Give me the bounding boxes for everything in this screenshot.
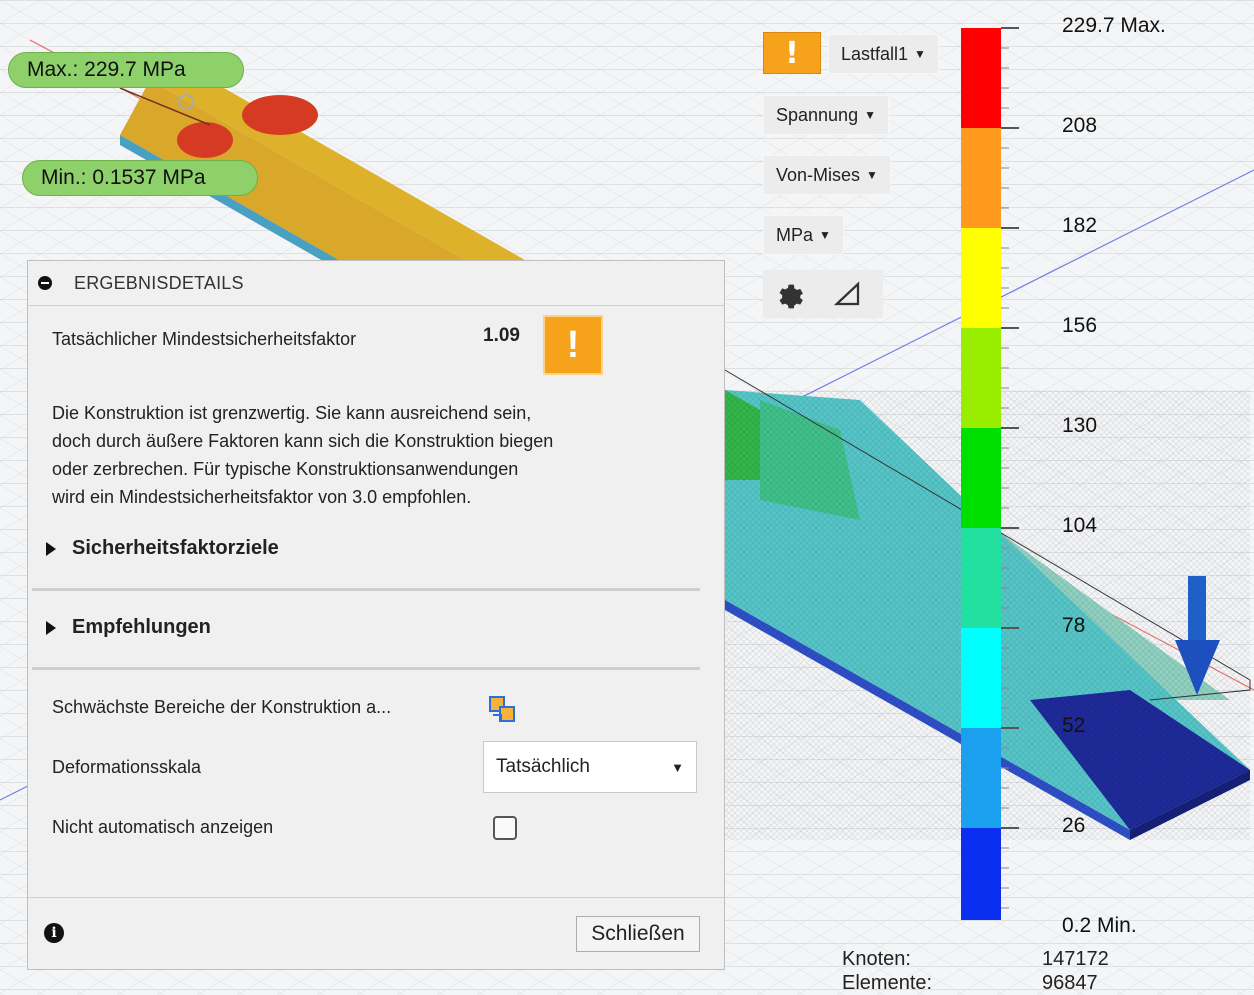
legend-tools xyxy=(763,270,883,318)
collapse-icon[interactable] xyxy=(38,276,52,290)
result-type-dropdown[interactable]: Spannung ▼ xyxy=(763,95,889,135)
weak-areas-icon[interactable] xyxy=(488,695,518,725)
warning-icon: ! xyxy=(543,315,603,375)
legend-band xyxy=(961,428,1001,528)
triangle-icon[interactable] xyxy=(833,279,863,309)
legend-band xyxy=(961,28,1001,128)
legend-label: 0.2 Min. xyxy=(1062,914,1137,937)
description-line: wird ein Mindestsicherheitsfaktor von 3.… xyxy=(52,487,472,507)
unit-dropdown[interactable]: MPa ▼ xyxy=(763,215,844,255)
legend-band xyxy=(961,128,1001,228)
legend-label: 182 xyxy=(1062,214,1098,237)
legend-band xyxy=(961,828,1001,920)
no-auto-show-checkbox[interactable] xyxy=(493,816,517,840)
chevron-down-icon: ▼ xyxy=(914,47,926,61)
info-icon[interactable]: i xyxy=(44,923,64,943)
close-button[interactable]: Schließen xyxy=(576,916,700,952)
chevron-down-icon: ▼ xyxy=(819,228,831,242)
section-label: Empfehlungen xyxy=(72,616,211,638)
warning-icon: ! xyxy=(785,35,799,71)
min-stress-callout[interactable]: Min.: 0.1537 MPa xyxy=(22,160,258,196)
safety-factor-value: 1.09 xyxy=(483,325,520,346)
safety-factor-label: Tatsächlicher Mindestsicherheitsfaktor xyxy=(52,329,357,349)
description-line: oder zerbrechen. Für typische Konstrukti… xyxy=(52,459,519,479)
chevron-down-icon: ▼ xyxy=(864,108,876,122)
legend-band xyxy=(961,328,1001,428)
result-type-label: Spannung xyxy=(776,104,859,125)
legend-band xyxy=(961,228,1001,328)
legend-label: 208 xyxy=(1062,114,1098,137)
description-text: Die Konstruktion ist grenzwertig. Sie ka… xyxy=(52,399,692,511)
unit-label: MPa xyxy=(776,224,814,245)
expand-icon xyxy=(46,620,56,635)
stress-type-dropdown[interactable]: Von-Mises ▼ xyxy=(763,155,891,195)
chevron-down-icon: ▼ xyxy=(866,168,878,182)
divider xyxy=(32,667,700,670)
stress-type-label: Von-Mises xyxy=(776,164,861,185)
gear-icon[interactable] xyxy=(773,278,805,310)
chevron-down-icon: ▼ xyxy=(671,759,684,775)
legend-label: 104 xyxy=(1062,514,1098,537)
divider xyxy=(28,897,724,898)
panel-header: ERGEBNISDETAILS xyxy=(28,261,724,306)
deformation-scale-value: Tatsächlich xyxy=(496,756,590,777)
elements-label: Elemente: xyxy=(842,972,933,994)
panel-title: ERGEBNISDETAILS xyxy=(74,272,244,293)
expand-icon xyxy=(46,541,56,556)
legend-label: 52 xyxy=(1062,714,1086,737)
result-details-panel: ERGEBNISDETAILS Tatsächlicher Mindestsic… xyxy=(27,260,725,970)
color-legend xyxy=(961,27,1019,920)
elements-value: 96847 xyxy=(1042,972,1098,994)
warning-button[interactable]: ! xyxy=(763,32,821,74)
deformation-scale-select[interactable]: Tatsächlich ▼ xyxy=(483,741,697,793)
nodes-label: Knoten: xyxy=(842,948,911,970)
description-line: doch durch äußere Faktoren kann sich die… xyxy=(52,431,554,451)
section-safety-targets[interactable]: Sicherheitsfaktorziele xyxy=(46,537,279,560)
loadcase-dropdown[interactable]: Lastfall1 ▼ xyxy=(828,34,939,74)
legend-band xyxy=(961,528,1001,628)
deformation-scale-label: Deformationsskala xyxy=(52,757,202,777)
legend-label: 78 xyxy=(1062,614,1086,637)
legend-band xyxy=(961,728,1001,828)
weak-areas-label: Schwächste Bereiche der Konstruktion a..… xyxy=(52,697,392,717)
nodes-value: 147172 xyxy=(1042,948,1109,970)
max-stress-callout[interactable]: Max.: 229.7 MPa xyxy=(8,52,244,88)
description-line: Die Konstruktion ist grenzwertig. Sie ka… xyxy=(52,403,532,423)
divider xyxy=(32,588,700,591)
legend-label: 156 xyxy=(1062,314,1098,337)
legend-label: 130 xyxy=(1062,414,1098,437)
section-recommendations[interactable]: Empfehlungen xyxy=(46,616,211,639)
legend-label: 229.7 Max. xyxy=(1062,14,1166,37)
section-label: Sicherheitsfaktorziele xyxy=(72,537,279,559)
legend-band xyxy=(961,628,1001,728)
no-auto-show-label: Nicht automatisch anzeigen xyxy=(52,817,274,837)
legend-label: 26 xyxy=(1062,814,1086,837)
loadcase-label: Lastfall1 xyxy=(841,43,909,64)
